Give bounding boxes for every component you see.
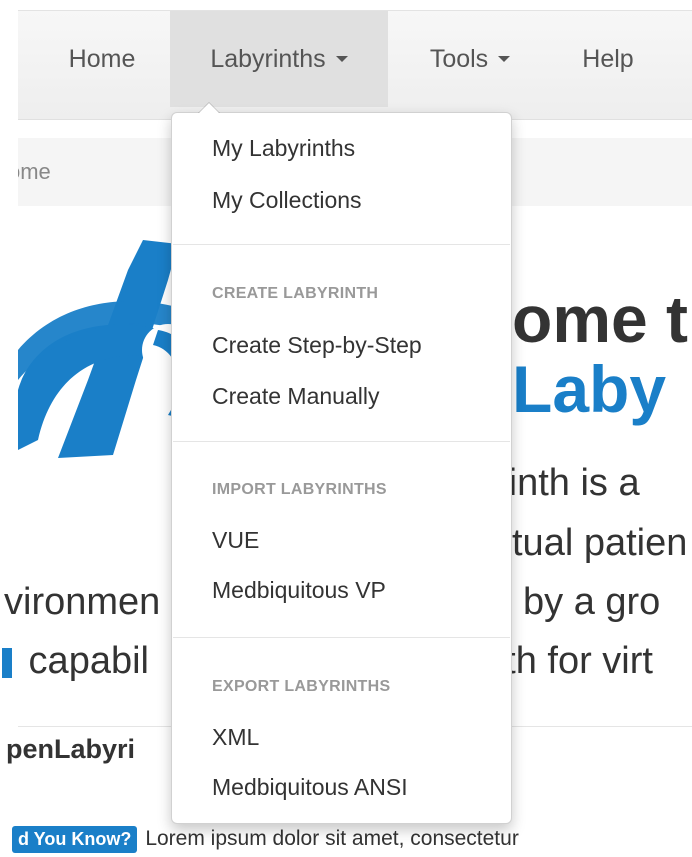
nav-help[interactable]: Help xyxy=(558,11,658,107)
lead-line-4-link-fragment[interactable] xyxy=(2,647,12,678)
nav-tools-label: Tools xyxy=(429,44,489,73)
menu-item-import-medbiquitous-vp[interactable]: Medbiquitous VP xyxy=(212,577,386,604)
section-title: penLabyri xyxy=(6,734,136,764)
labyrinths-dropdown-menu: My Labyrinths My Collections CREATE LABY… xyxy=(171,102,512,824)
lead-line-3-right: l by a gro xyxy=(504,583,660,621)
menu-divider xyxy=(173,637,510,638)
lead-line-3-post: by a gro xyxy=(512,581,661,623)
lead-line-4-left: capabil xyxy=(2,642,149,680)
menu-item-create-manually[interactable]: Create Manually xyxy=(212,383,379,410)
nav-home-label: Home xyxy=(68,44,136,73)
menu-header-import: IMPORT LABYRINTHS xyxy=(212,481,387,498)
menu-header-create: CREATE LABYRINTH xyxy=(212,285,379,302)
nav-labyrinths-label: Labyrinths xyxy=(210,44,326,73)
lead-line-3-pre: vironmen xyxy=(4,581,161,623)
nav-help-label: Help xyxy=(582,44,634,73)
menu-header-export: EXPORT LABYRINTHS xyxy=(212,678,391,695)
dropdown-arrow-icon xyxy=(198,102,220,113)
menu-item-my-collections[interactable]: My Collections xyxy=(212,187,362,214)
menu-divider xyxy=(173,441,510,442)
menu-item-my-labyrinths[interactable]: My Labyrinths xyxy=(212,135,355,162)
hero-title-line1: ome t xyxy=(512,282,689,356)
caret-down-icon xyxy=(335,56,348,62)
menu-item-import-vue[interactable]: VUE xyxy=(212,527,259,554)
lead-line-3-left: vironmen xyxy=(4,583,160,621)
lead-line-4-text: capabil xyxy=(18,640,149,682)
hero-title-line2: Laby xyxy=(512,352,667,426)
lead-line-2-text: tual patien xyxy=(512,522,688,564)
menu-divider xyxy=(173,244,510,245)
breadcrumb-home-link[interactable]: ome xyxy=(18,159,51,185)
nav-tools[interactable]: Tools xyxy=(402,11,538,107)
menu-item-export-xml[interactable]: XML xyxy=(212,724,259,751)
lead-line-1-text: rinth is a xyxy=(496,462,640,504)
top-navbar: Home Labyrinths Tools Help xyxy=(18,10,692,120)
lead-line-1: rinth is a xyxy=(496,464,640,502)
did-you-know-text: Lorem ipsum dolor sit amet, consectetur xyxy=(145,827,519,850)
menu-item-export-medbiquitous-ansi[interactable]: Medbiquitous ANSI xyxy=(212,774,408,801)
menu-item-create-step-by-step[interactable]: Create Step-by-Step xyxy=(212,332,422,359)
did-you-know-badge: d You Know? xyxy=(12,825,138,853)
caret-down-icon xyxy=(498,56,511,62)
did-you-know-row: d You Know? Lorem ipsum dolor sit amet, … xyxy=(12,822,519,856)
page: Home Labyrinths Tools Help ome ome t Lab… xyxy=(0,0,692,857)
nav-home[interactable]: Home xyxy=(46,11,158,107)
lead-line-2: tual patien xyxy=(512,524,687,562)
nav-labyrinths[interactable]: Labyrinths xyxy=(170,11,388,107)
